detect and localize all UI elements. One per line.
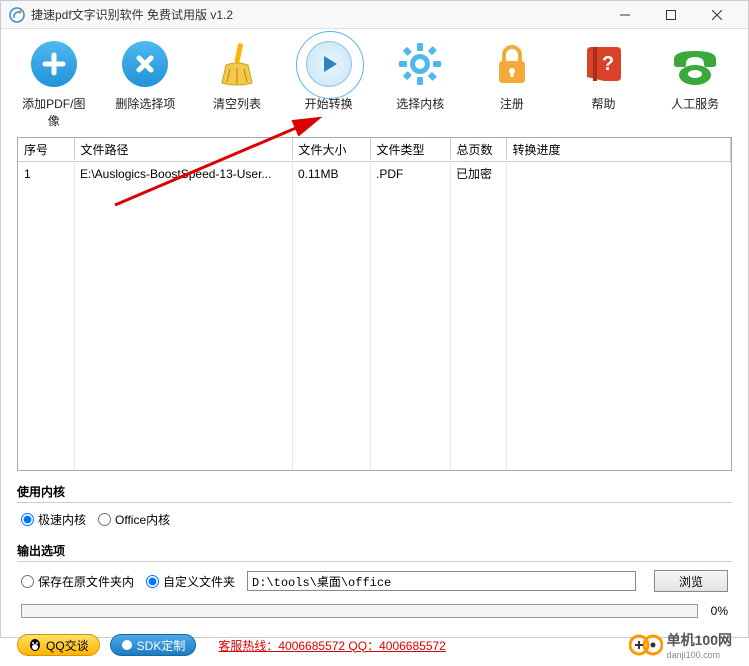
svg-text:?: ? bbox=[601, 53, 613, 75]
close-button[interactable] bbox=[694, 1, 740, 29]
browse-button[interactable]: 浏览 bbox=[654, 570, 728, 592]
kernel-label: 选择内核 bbox=[396, 95, 444, 112]
output-title: 输出选项 bbox=[17, 538, 732, 562]
col-path[interactable]: 文件路径 bbox=[74, 138, 292, 162]
qq-chat-button[interactable]: QQ交谈 bbox=[17, 634, 100, 656]
progress-bar bbox=[21, 604, 698, 618]
col-progress[interactable]: 转换进度 bbox=[506, 138, 731, 162]
kernel-button[interactable]: 选择内核 bbox=[384, 37, 458, 129]
kernel-title: 使用内核 bbox=[17, 479, 732, 503]
hotline-link[interactable]: 客服热线：4006685572 QQ：4006685572 bbox=[218, 637, 445, 654]
progress-percent: 0% bbox=[704, 604, 728, 618]
output-custom-radio[interactable]: 自定义文件夹 bbox=[146, 573, 235, 590]
kernel-section: 使用内核 极速内核 Office内核 bbox=[17, 479, 732, 536]
phone-icon bbox=[670, 41, 720, 87]
service-label: 人工服务 bbox=[671, 95, 719, 112]
sdk-button[interactable]: SDK定制 bbox=[110, 634, 197, 656]
clear-button[interactable]: 清空列表 bbox=[200, 37, 274, 129]
brand-logo[interactable]: 单机100网 danji100.com bbox=[629, 630, 732, 660]
toolbar: 添加PDF/图像 删除选择项 清空列表 开始转换 选择内核 注册 ? 帮助 人工… bbox=[1, 29, 748, 133]
col-type[interactable]: 文件类型 bbox=[370, 138, 450, 162]
convert-button[interactable]: 开始转换 bbox=[292, 37, 366, 129]
maximize-button[interactable] bbox=[648, 1, 694, 29]
titlebar: 捷速pdf文字识别软件 免费试用版 v1.2 bbox=[1, 1, 748, 29]
register-label: 注册 bbox=[500, 95, 524, 112]
delete-label: 删除选择项 bbox=[115, 95, 175, 112]
gamepad-icon bbox=[629, 631, 663, 659]
clear-label: 清空列表 bbox=[213, 95, 261, 112]
lock-icon bbox=[489, 41, 535, 87]
window-title: 捷速pdf文字识别软件 免费试用版 v1.2 bbox=[31, 6, 602, 23]
col-size[interactable]: 文件大小 bbox=[292, 138, 370, 162]
col-pages[interactable]: 总页数 bbox=[450, 138, 506, 162]
output-path-input[interactable] bbox=[247, 571, 636, 591]
add-pdf-label: 添加PDF/图像 bbox=[17, 95, 91, 129]
delete-button[interactable]: 删除选择项 bbox=[109, 37, 183, 129]
broom-icon bbox=[212, 39, 262, 89]
file-table: 序号 文件路径 文件大小 文件类型 总页数 转换进度 1 E:\Auslogic… bbox=[17, 137, 732, 471]
kernel-fast-radio[interactable]: 极速内核 bbox=[21, 511, 86, 528]
register-button[interactable]: 注册 bbox=[475, 37, 549, 129]
sdk-icon bbox=[121, 639, 133, 651]
qq-icon bbox=[28, 638, 42, 652]
col-no[interactable]: 序号 bbox=[18, 138, 74, 162]
minimize-button[interactable] bbox=[602, 1, 648, 29]
help-icon: ? bbox=[581, 41, 627, 87]
app-icon bbox=[9, 7, 25, 23]
output-original-radio[interactable]: 保存在原文件夹内 bbox=[21, 573, 134, 590]
add-pdf-button[interactable]: 添加PDF/图像 bbox=[17, 37, 91, 129]
table-header-row: 序号 文件路径 文件大小 文件类型 总页数 转换进度 bbox=[18, 138, 731, 162]
output-section: 输出选项 保存在原文件夹内 自定义文件夹 浏览 0% bbox=[17, 538, 732, 622]
help-label: 帮助 bbox=[592, 95, 616, 112]
footer: QQ交谈 SDK定制 客服热线：4006685572 QQ：4006685572… bbox=[1, 624, 748, 666]
kernel-office-radio[interactable]: Office内核 bbox=[98, 511, 170, 528]
help-button[interactable]: ? 帮助 bbox=[567, 37, 641, 129]
service-button[interactable]: 人工服务 bbox=[658, 37, 732, 129]
gear-icon bbox=[395, 39, 445, 89]
